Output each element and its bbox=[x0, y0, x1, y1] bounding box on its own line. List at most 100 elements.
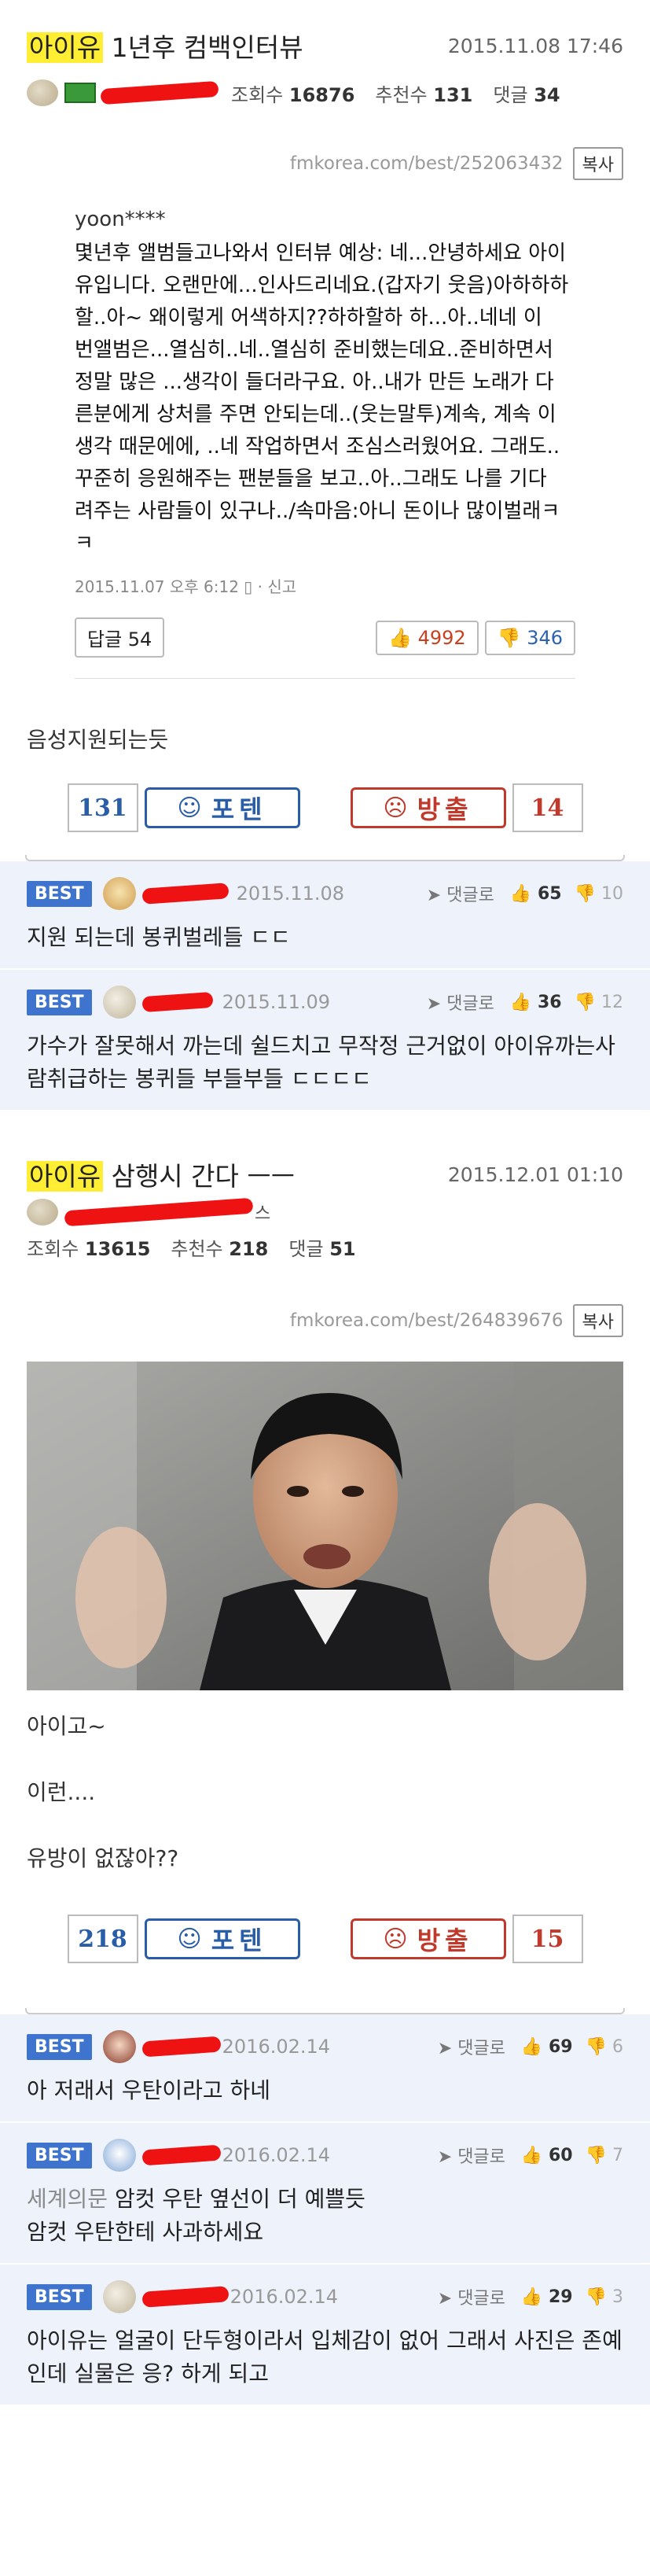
commenter-avatar[interactable] bbox=[102, 2030, 136, 2063]
quoted-buttons: 답글 54 👍 4992 👎 346 bbox=[75, 617, 575, 679]
face-icon: ☹ bbox=[383, 794, 408, 822]
post-meta: 조회수 13615 추천수 218 댓글 51 bbox=[27, 1228, 623, 1266]
post-meta: 조회수 16876 추천수 131 댓글 34 bbox=[27, 68, 623, 118]
redacted-author-name[interactable] bbox=[64, 1197, 254, 1227]
title-text: 1년후 컴백인터뷰 bbox=[103, 32, 303, 63]
comment-count: 댓글 34 bbox=[493, 83, 560, 106]
best-comment: BEST 2015.11.08 ➤ 댓글로 👍 65 👎 10 지원 되는데 봉… bbox=[0, 861, 650, 970]
reply-arrow-icon: ➤ bbox=[437, 2147, 458, 2167]
thumb-up-icon: 👍 bbox=[520, 2036, 549, 2057]
commenter-avatar[interactable] bbox=[102, 877, 136, 910]
commenter-avatar[interactable] bbox=[102, 2280, 136, 2313]
quote-line: 정말 많은 ...생각이 들더라구요. 아..내가 만든 노래가 다 bbox=[75, 370, 554, 394]
comment-dislike[interactable]: 👎 6 bbox=[586, 2037, 623, 2057]
upvote-count: 218 bbox=[67, 1914, 138, 1963]
body-paragraph: 음성지원되는듯 bbox=[27, 727, 169, 753]
thumb-up-icon: 👍 bbox=[509, 992, 538, 1012]
post-1: 아이유 1년후 컴백인터뷰 2015.11.08 17:46 조회수 16876… bbox=[0, 0, 650, 1111]
divider bbox=[25, 2008, 625, 2014]
post-datetime: 2015.12.01 01:10 bbox=[447, 1163, 623, 1186]
downvote-count: 15 bbox=[512, 1914, 583, 1963]
redacted-author-name[interactable] bbox=[100, 80, 219, 105]
comment-date: 2015.11.09 bbox=[222, 991, 331, 1013]
reply-link[interactable]: ➤ 댓글로 bbox=[438, 2143, 505, 2168]
quoted-footer: 2015.11.07 오후 6:12 ▯ · 신고 bbox=[75, 577, 297, 596]
post-header: 아이유 1년후 컴백인터뷰 2015.11.08 17:46 조회수 16876… bbox=[0, 0, 650, 118]
author-avatar[interactable] bbox=[27, 1199, 58, 1225]
redacted-commenter-name[interactable] bbox=[141, 991, 214, 1013]
post-title[interactable]: 아이유 1년후 컴백인터뷰 bbox=[27, 27, 303, 64]
body-paragraph: 유방이 없잖아?? bbox=[27, 1845, 179, 1871]
poten-button[interactable]: ☺ 포텐 bbox=[144, 1918, 300, 1959]
comment-like[interactable]: 👍 36 bbox=[510, 993, 562, 1012]
recommend-count: 추천수 131 bbox=[375, 83, 473, 106]
comment-text: 가수가 잘못해서 까는데 쉴드치고 무작정 근거없이 아이유까는사람취급하는 봉… bbox=[27, 1033, 615, 1092]
quote-line: 생각 때문에에, ..네 작업하면서 조심스러웠어요. 그래도.. bbox=[75, 435, 560, 459]
author-suffix: 스 bbox=[255, 1204, 271, 1224]
reply-link[interactable]: ➤ 댓글로 bbox=[427, 881, 494, 906]
comment-dislike[interactable]: 👎 3 bbox=[586, 2287, 623, 2307]
best-comment: BEST 2015.11.09 ➤ 댓글로 👍 36 👎 12 가수가 잘못해서… bbox=[0, 970, 650, 1111]
thumb-up-icon: 👍 bbox=[388, 626, 418, 649]
body-paragraph: 이런.... bbox=[27, 1779, 96, 1805]
best-badge: BEST bbox=[27, 2283, 92, 2310]
best-badge: BEST bbox=[27, 989, 92, 1015]
best-comment: BEST 2016.02.14 ➤ 댓글로 👍 29 👎 3 아이유는 얼굴이 … bbox=[0, 2265, 650, 2406]
commenter-avatar[interactable] bbox=[102, 986, 136, 1019]
thumb-down-icon: 👎 bbox=[585, 2145, 612, 2165]
thumb-down-icon: 👎 bbox=[497, 626, 527, 649]
comment-like[interactable]: 👍 29 bbox=[521, 2287, 573, 2307]
comment-text: 아이유는 얼굴이 단두형이라서 입체감이 없어 그래서 사진은 존예인데 실물은… bbox=[27, 2327, 622, 2386]
comment-date: 2016.02.14 bbox=[230, 2286, 339, 2308]
poten-button[interactable]: ☺ 포텐 bbox=[144, 787, 300, 828]
best-badge: BEST bbox=[27, 2142, 92, 2169]
reply-link[interactable]: ➤ 댓글로 bbox=[438, 2284, 505, 2309]
man-photo-image bbox=[27, 1362, 623, 1690]
quote-line: 몇년후 앨범들고나와서 인터뷰 예상: 네...안녕하세요 아이 bbox=[75, 241, 567, 265]
redacted-commenter-name[interactable] bbox=[141, 2286, 230, 2308]
quote-line: ㅋ bbox=[75, 532, 94, 555]
comment-text: 지원 되는데 봉퀴벌레들 ㄷㄷ bbox=[27, 924, 291, 950]
quote-line: 유입니다. 오랜만에...인사드리네요.(갑자기 웃음)아하하하 bbox=[75, 274, 569, 297]
comment-text: 세계의문 암컷 우탄 옆선이 더 예쁠듯 암컷 우탄한테 사과하세요 bbox=[27, 2183, 623, 2249]
comment-dislike[interactable]: 👎 12 bbox=[575, 993, 623, 1012]
bangchul-button[interactable]: ☹ 방출 bbox=[350, 1918, 506, 1959]
comment-date: 2016.02.14 bbox=[222, 2144, 331, 2166]
reply-arrow-icon: ➤ bbox=[437, 2289, 458, 2309]
comment-dislike[interactable]: 👎 7 bbox=[586, 2146, 623, 2165]
redacted-commenter-name[interactable] bbox=[141, 2144, 222, 2166]
post-datetime: 2015.11.08 17:46 bbox=[447, 34, 623, 57]
source-url[interactable]: fmkorea.com/best/264839676 bbox=[290, 1310, 564, 1331]
commenter-avatar[interactable] bbox=[102, 2139, 136, 2172]
comment-reference[interactable]: 세계의문 bbox=[27, 2186, 108, 2212]
post-title[interactable]: 아이유 삼행시 간다 ㅡㅡ bbox=[27, 1155, 295, 1193]
bangchul-button[interactable]: ☹ 방출 bbox=[350, 787, 506, 828]
comment-like[interactable]: 👍 60 bbox=[521, 2146, 573, 2165]
views-count: 조회수 13615 bbox=[27, 1237, 151, 1260]
thumb-down-icon: 👎 bbox=[585, 2036, 612, 2057]
copy-button[interactable]: 복사 bbox=[572, 147, 623, 180]
comment-dislike[interactable]: 👎 10 bbox=[575, 884, 623, 904]
thumb-up-icon: 👍 bbox=[509, 883, 538, 904]
redacted-commenter-name[interactable] bbox=[141, 883, 230, 905]
redacted-commenter-name[interactable] bbox=[141, 2036, 222, 2058]
post-header: 아이유 삼행시 간다 ㅡㅡ 2015.12.01 01:10 스 조회수 136… bbox=[0, 1129, 650, 1266]
source-url[interactable]: fmkorea.com/best/252063432 bbox=[290, 153, 564, 174]
vote-row: 218 ☺ 포텐 ☹ 방출 15 bbox=[0, 1906, 650, 1972]
quote-line: 려주는 사람들이 있구나../속마음:아니 돈이나 많이벌래ㅋ bbox=[75, 499, 560, 523]
author-row: 스 bbox=[27, 1196, 623, 1228]
author-avatar[interactable] bbox=[27, 79, 58, 106]
comment-like[interactable]: 👍 69 bbox=[521, 2037, 573, 2057]
title-highlight: 아이유 bbox=[27, 32, 104, 63]
thumb-down-icon: 👎 bbox=[574, 883, 601, 904]
copy-button[interactable]: 복사 bbox=[572, 1304, 623, 1337]
comment-like[interactable]: 👍 65 bbox=[510, 884, 562, 904]
reply-link[interactable]: ➤ 댓글로 bbox=[427, 989, 494, 1015]
source-row: fmkorea.com/best/264839676 복사 bbox=[0, 1297, 650, 1344]
comment-text: 아 저래서 우탄이라고 하네 bbox=[27, 2077, 271, 2103]
title-highlight: 아이유 bbox=[27, 1161, 104, 1192]
reply-link[interactable]: ➤ 댓글로 bbox=[438, 2034, 505, 2059]
best-badge: BEST bbox=[27, 880, 92, 907]
quote-line: 꾸준히 응원해주는 팬분들을 보고..아..그래도 나를 기다 bbox=[75, 467, 547, 491]
thumb-down-icon: 👎 bbox=[574, 992, 601, 1012]
